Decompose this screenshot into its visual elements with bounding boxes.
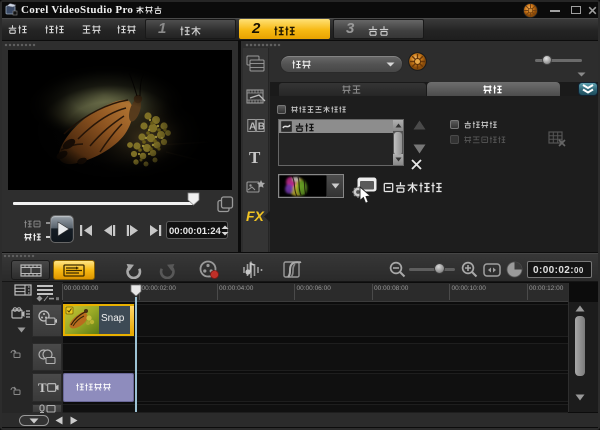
svg-text:B: B <box>258 122 265 133</box>
svg-text:A: A <box>249 122 256 133</box>
